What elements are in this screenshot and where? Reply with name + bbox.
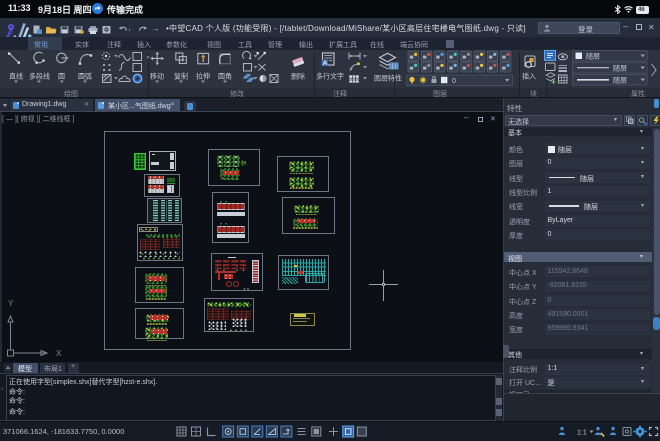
svg-text:1:1: 1:1 xyxy=(577,430,587,437)
svg-text:图层特性: 图层特性 xyxy=(374,74,402,83)
svg-text:复制: 复制 xyxy=(174,72,188,81)
svg-text:拉伸: 拉伸 xyxy=(196,72,210,81)
svg-text:圆角: 圆角 xyxy=(218,72,232,81)
svg-text:多段线: 多段线 xyxy=(29,72,50,81)
svg-text:移动: 移动 xyxy=(150,72,164,81)
svg-text:0: 0 xyxy=(452,78,456,85)
svg-text:Y: Y xyxy=(8,299,14,308)
svg-text:随层: 随层 xyxy=(613,64,627,73)
svg-text:随层: 随层 xyxy=(586,52,600,61)
svg-text:删除: 删除 xyxy=(291,72,305,81)
svg-text:直线: 直线 xyxy=(9,72,23,81)
svg-text:随层: 随层 xyxy=(613,76,627,85)
svg-text:A: A xyxy=(323,60,328,67)
svg-text:圆: 圆 xyxy=(58,73,65,81)
svg-text:圆弧: 圆弧 xyxy=(78,72,92,81)
svg-text:插入: 插入 xyxy=(522,72,536,81)
svg-text:X: X xyxy=(56,349,62,358)
svg-text:多行文字: 多行文字 xyxy=(316,72,344,81)
